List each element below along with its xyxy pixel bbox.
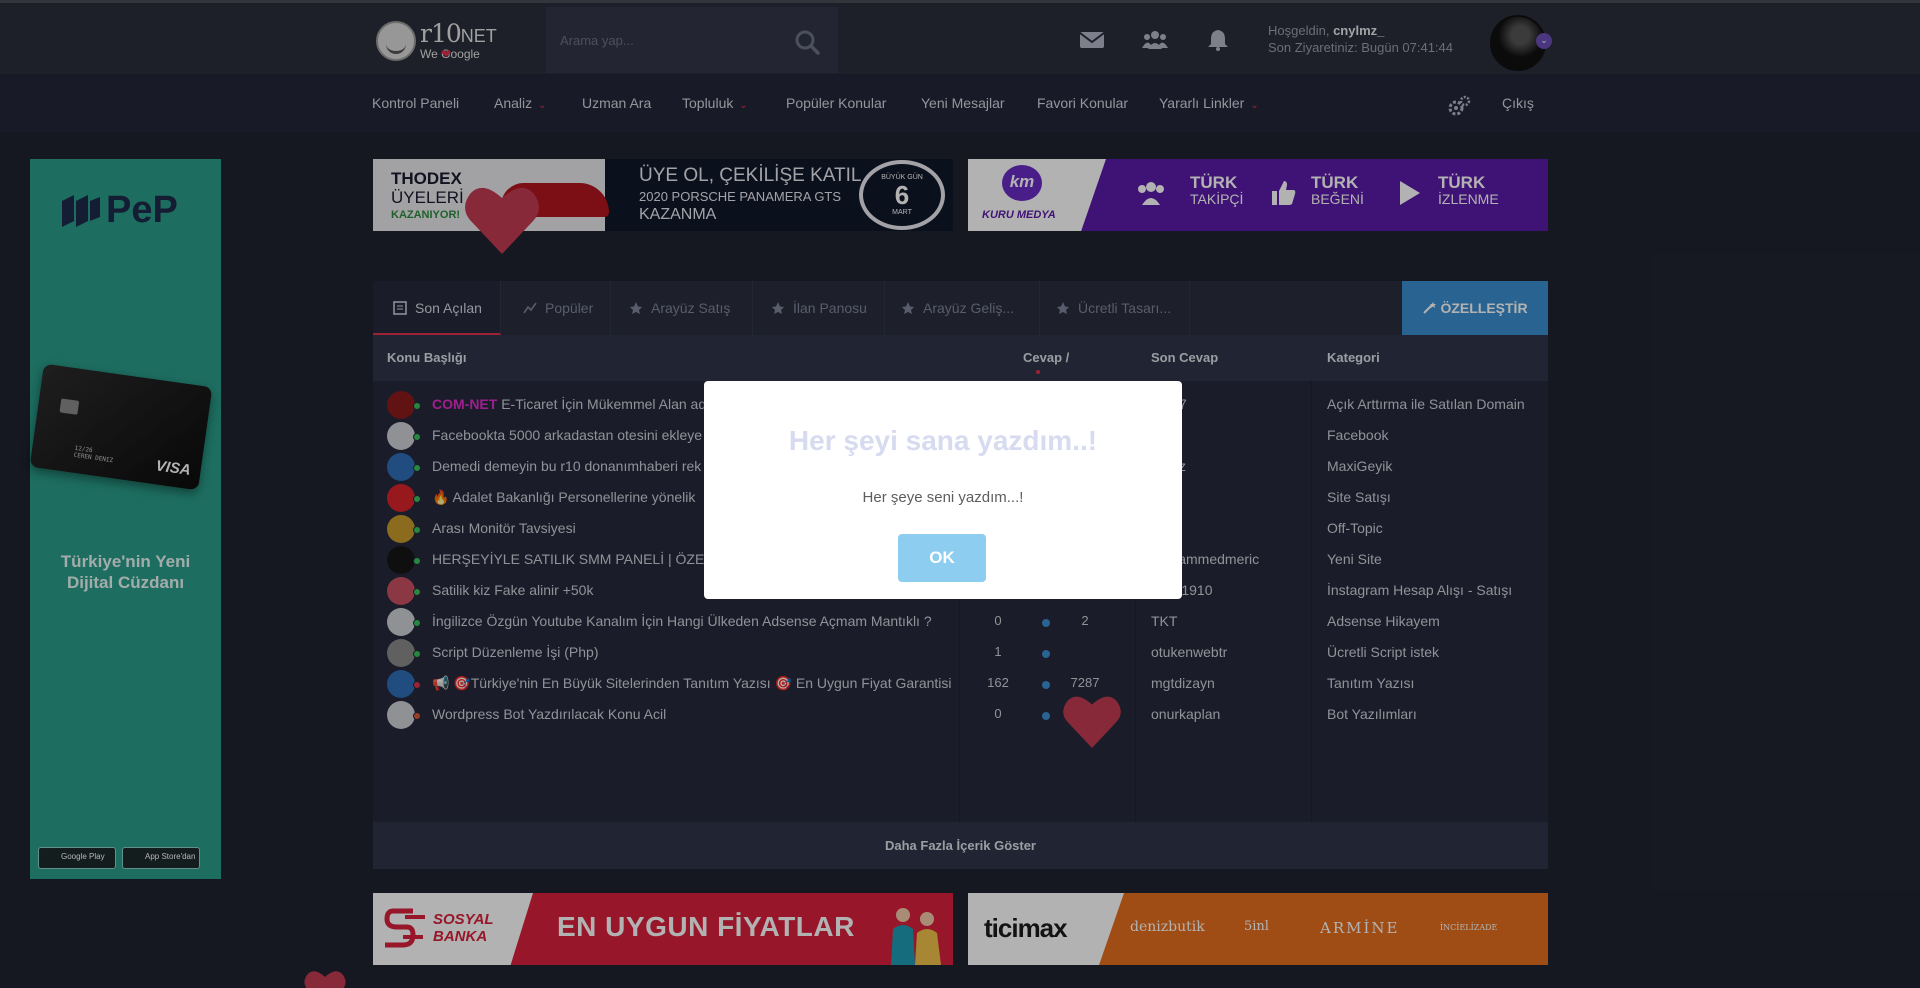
dialog-text: Her şeye seni yazdım...! — [862, 489, 1024, 506]
ok-button[interactable]: OK — [898, 534, 986, 582]
alert-dialog: Her şeyi sana yazdım..! Her şeye seni ya… — [704, 381, 1182, 599]
dialog-title: Her şeyi sana yazdım..! — [788, 425, 1098, 456]
